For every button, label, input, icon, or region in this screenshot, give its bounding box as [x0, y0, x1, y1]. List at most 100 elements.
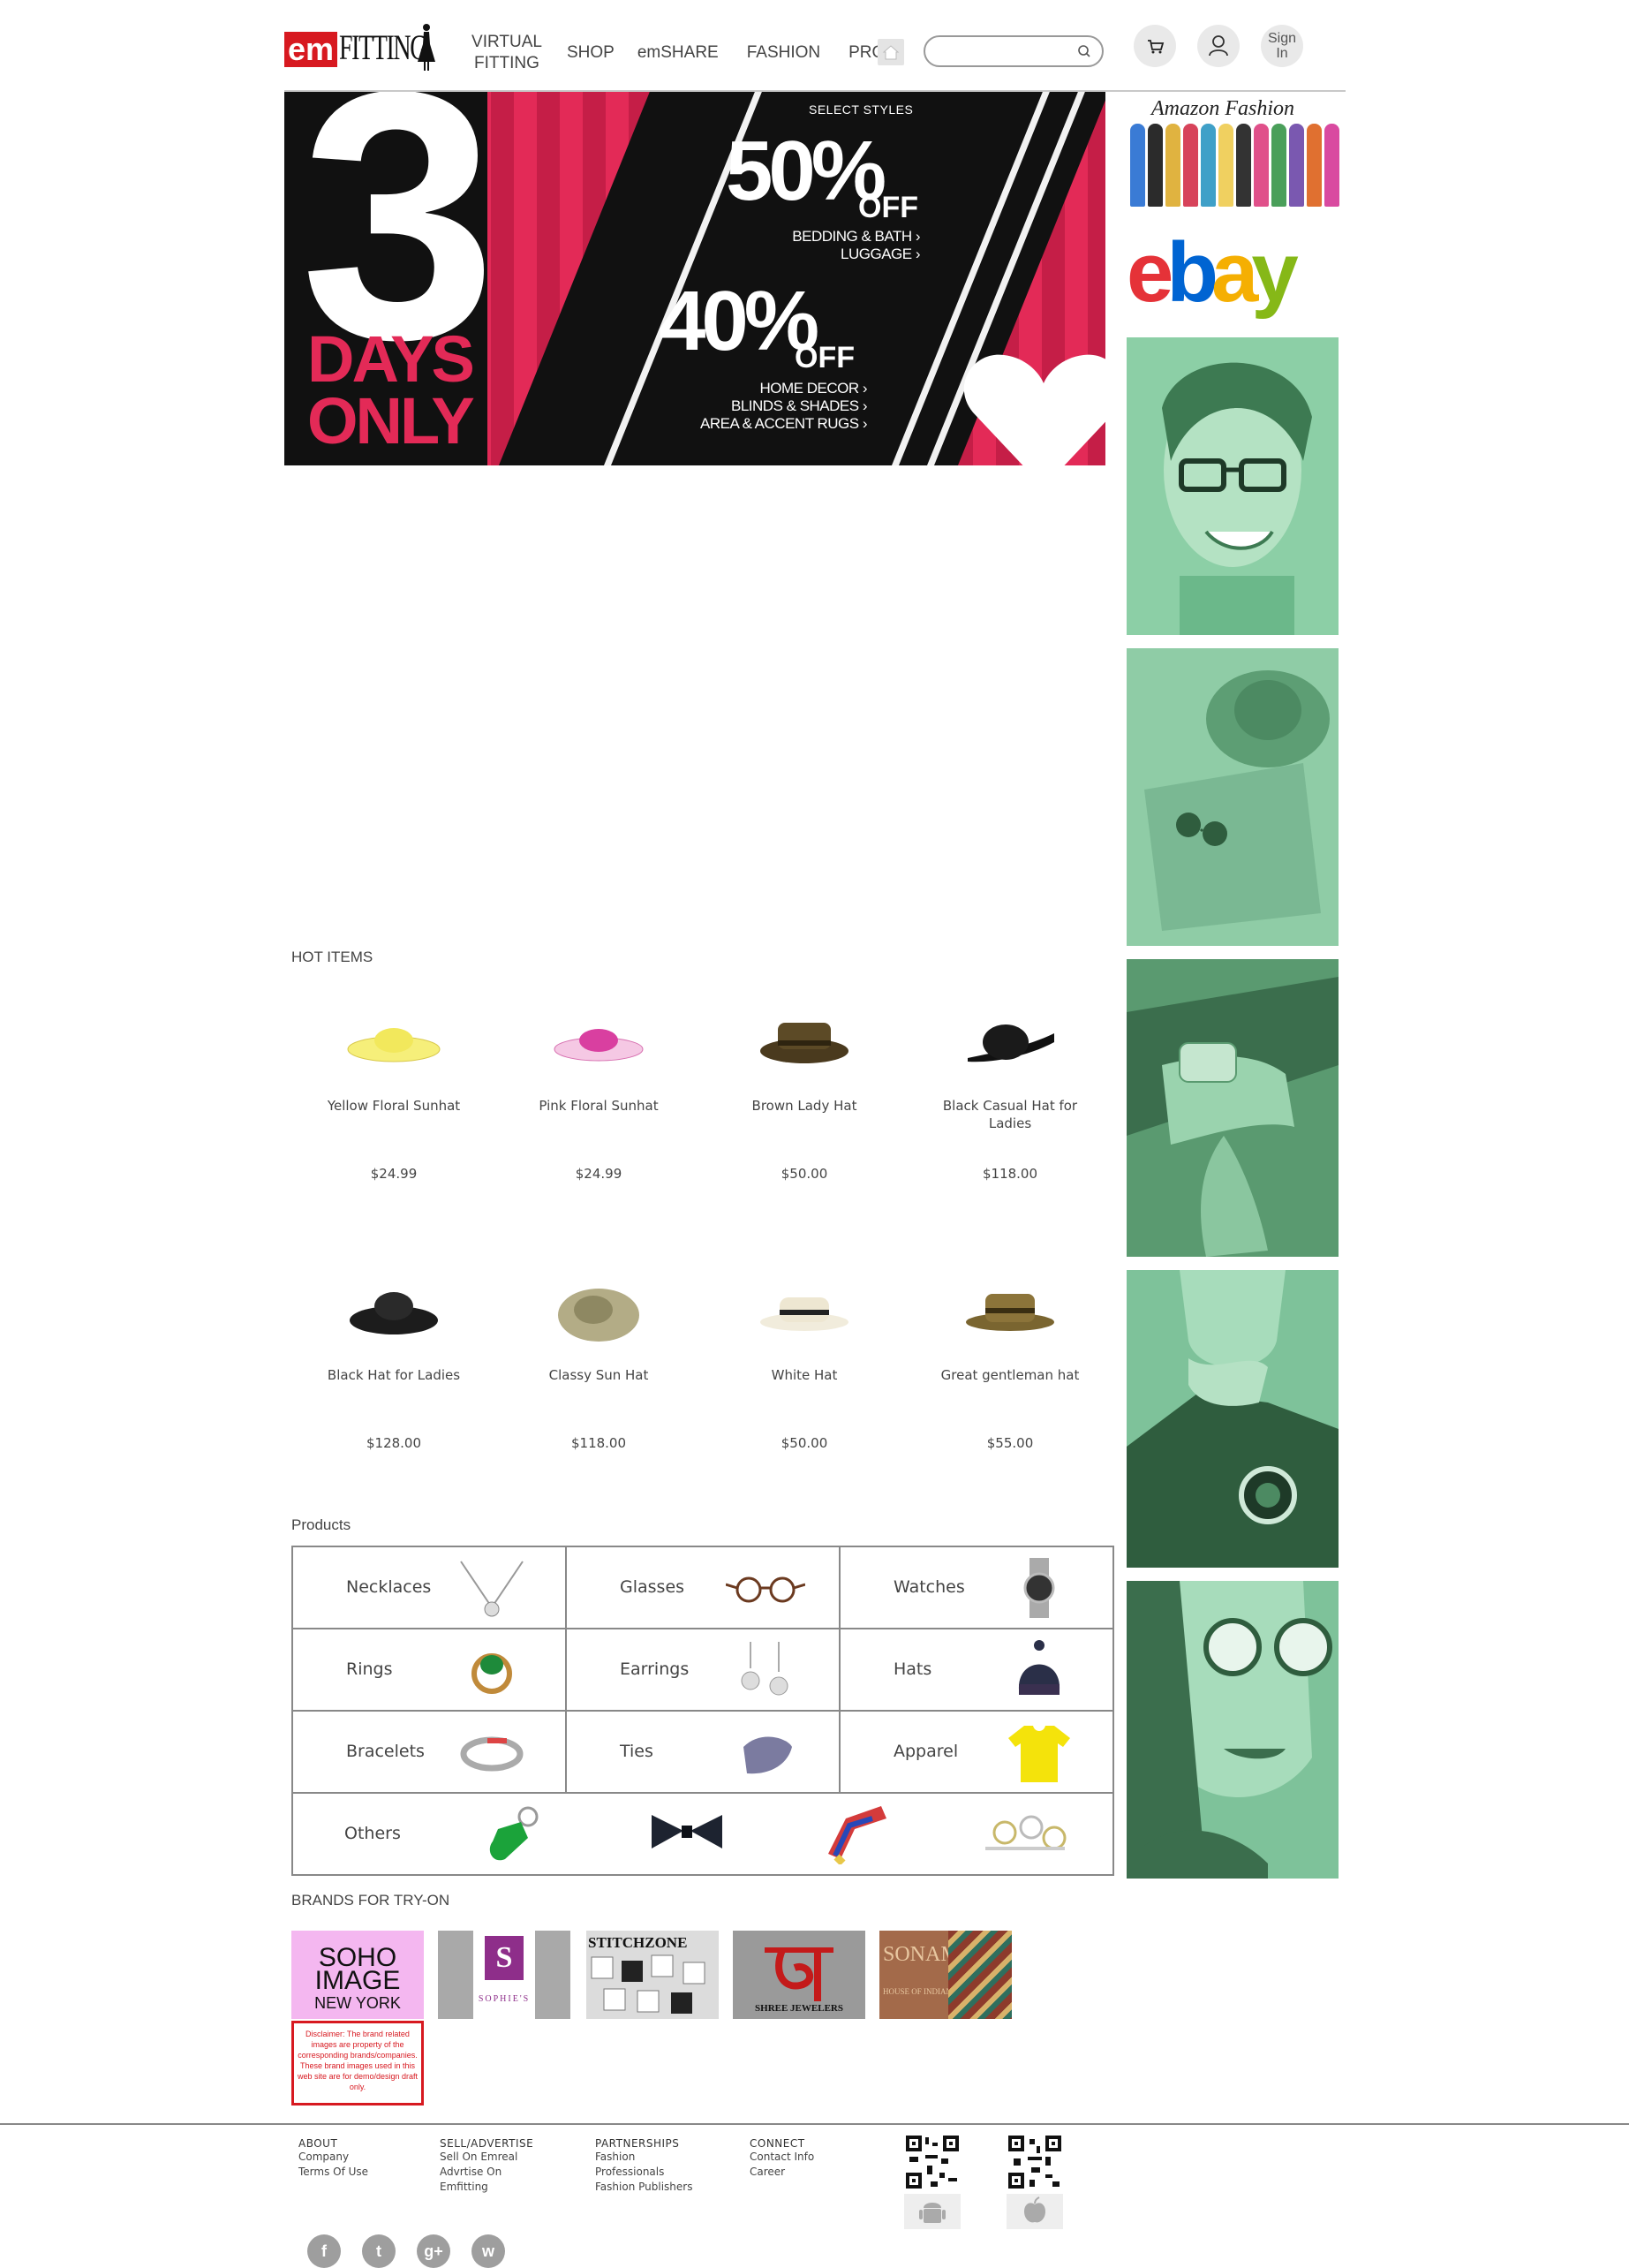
- sunglasses-model-ad[interactable]: [1127, 1581, 1339, 1879]
- brand-sonam[interactable]: SONAM HOUSE OF INDIAN FASHION: [879, 1931, 1012, 2019]
- product-category-label: Glasses: [620, 1577, 685, 1597]
- search-input[interactable]: [938, 42, 1074, 62]
- model-figure: [1289, 124, 1304, 207]
- banner-desc-1a: BEDDING & BATH ›: [792, 228, 920, 245]
- search-icon[interactable]: [1077, 44, 1091, 58]
- home-button[interactable]: [878, 39, 904, 65]
- products-title: Products: [291, 1516, 351, 1533]
- search-box[interactable]: [924, 35, 1104, 67]
- model-figure: [1183, 124, 1198, 207]
- hot-item[interactable]: Pink Floral Sunhat $24.99: [510, 998, 687, 1182]
- hot-item-name: White Hat: [771, 1367, 838, 1383]
- hot-item[interactable]: Yellow Floral Sunhat $24.99: [305, 998, 482, 1182]
- hot-item[interactable]: Black Casual Hat for Ladies $118.00: [922, 998, 1098, 1182]
- black-hat-image: [350, 1292, 438, 1334]
- hot-item[interactable]: Black Hat for Ladies $128.00: [305, 1267, 482, 1451]
- nav-shop[interactable]: SHOP: [567, 42, 615, 64]
- nav-virtual-fitting[interactable]: VIRTUAL FITTING: [466, 32, 547, 74]
- product-category-label: Bracelets: [346, 1742, 425, 1761]
- brand-soho-image[interactable]: SOHO IMAGE NEW YORK: [291, 1931, 424, 2019]
- product-category-ties[interactable]: Ties: [567, 1712, 841, 1794]
- product-category-label: Watches: [894, 1577, 965, 1597]
- wechat-icon[interactable]: w: [471, 2234, 505, 2268]
- product-category-label: Earrings: [620, 1659, 690, 1679]
- brand-shree-jewelers[interactable]: SHREE JEWELERS: [733, 1931, 865, 2019]
- hot-item-price: $24.99: [370, 1166, 418, 1182]
- google-plus-icon[interactable]: g+: [417, 2234, 450, 2268]
- footer-link-terms[interactable]: Terms Of Use: [298, 2165, 368, 2180]
- bracelet-arm-image: [1127, 959, 1339, 1257]
- footer-link-sell[interactable]: Sell On Emreal: [440, 2150, 533, 2165]
- logo-em: em: [284, 32, 337, 67]
- cart-button[interactable]: [1134, 25, 1176, 67]
- product-category-bracelets[interactable]: Bracelets: [293, 1712, 567, 1794]
- hot-item[interactable]: Brown Lady Hat $50.00: [716, 998, 893, 1182]
- amazon-models-image: [1130, 124, 1339, 207]
- apple-icon: [1024, 2196, 1045, 2223]
- sophies-monogram: S: [485, 1936, 524, 1980]
- nav-virtual-fitting-line2: FITTING: [474, 54, 539, 72]
- sonam-fabric-image: [948, 1931, 1012, 2019]
- cart-icon: [1148, 40, 1165, 54]
- hat-outfit-ad[interactable]: [1127, 648, 1339, 946]
- promo-banner[interactable]: 3 DAYS ONLY SELECT STYLES 50% OFF BEDDING…: [284, 92, 1105, 465]
- hot-items-title: HOT ITEMS: [291, 949, 373, 965]
- product-category-watches[interactable]: Watches: [841, 1547, 1114, 1629]
- hot-item-price: $128.00: [366, 1435, 422, 1451]
- ios-qr-code[interactable]: [1007, 2134, 1063, 2190]
- woman-sunglasses-image: [1127, 1581, 1339, 1879]
- product-category-label: Ties: [620, 1742, 653, 1761]
- hot-item[interactable]: Classy Sun Hat $118.00: [510, 1267, 687, 1451]
- amazon-fashion-ad[interactable]: Amazon Fashion: [1127, 97, 1339, 210]
- emfitting-logo[interactable]: em FITTING: [284, 19, 443, 76]
- banner-select-styles: SELECT STYLES: [809, 102, 914, 117]
- bracelet-ad[interactable]: [1127, 959, 1339, 1257]
- ios-download[interactable]: [1007, 2194, 1063, 2229]
- hat-outfit-image: [1127, 648, 1339, 946]
- products-table: Necklaces Glasses Watches Rings Earrings…: [291, 1546, 1114, 1876]
- hot-item-price: $118.00: [570, 1435, 627, 1451]
- nav-fashion[interactable]: FASHION: [747, 42, 820, 64]
- hot-item-price: $50.00: [781, 1435, 828, 1451]
- footer-link-company[interactable]: Company: [298, 2150, 368, 2165]
- ebay-letter: y: [1251, 225, 1298, 320]
- product-category-hats[interactable]: Hats: [841, 1629, 1114, 1712]
- android-qr-code[interactable]: [904, 2134, 961, 2190]
- footer-link-career[interactable]: Career: [750, 2165, 814, 2180]
- signin-line1: Sign: [1267, 31, 1297, 46]
- brand-sophies[interactable]: S SOPHIE'S: [438, 1931, 570, 2019]
- banner-desc-2b: BLINDS & SHADES ›: [731, 397, 868, 414]
- footer-link-advertise[interactable]: Advrtise On: [440, 2165, 533, 2180]
- product-category-apparel[interactable]: Apparel: [841, 1712, 1114, 1794]
- brand-stitchzone[interactable]: STITCHZONE: [586, 1931, 719, 2019]
- footer-link-professionals[interactable]: Professionals: [595, 2165, 692, 2180]
- footer-link-publishers[interactable]: Fashion Publishers: [595, 2180, 692, 2195]
- product-category-glasses[interactable]: Glasses: [567, 1547, 841, 1629]
- site-header: em FITTING VIRTUAL FITTING SHOP emSHARE F…: [284, 16, 1344, 90]
- account-button[interactable]: [1197, 25, 1240, 67]
- footer-link-emfitting[interactable]: Emfitting: [440, 2180, 533, 2195]
- model-figure: [1307, 124, 1322, 207]
- footer-link-fashion[interactable]: Fashion: [595, 2150, 692, 2165]
- footer-link-contact[interactable]: Contact Info: [750, 2150, 814, 2165]
- ebay-letter: e: [1127, 225, 1173, 320]
- banner-days-only: DAYS ONLY: [307, 327, 475, 454]
- twitter-icon[interactable]: t: [362, 2234, 396, 2268]
- product-category-rings[interactable]: Rings: [293, 1629, 567, 1712]
- ebay-ad[interactable]: ebay: [1127, 224, 1339, 321]
- product-category-others[interactable]: Others: [293, 1794, 1112, 1874]
- nav-emshare[interactable]: emSHARE: [637, 42, 719, 64]
- signin-button[interactable]: Sign In: [1261, 25, 1303, 67]
- product-category-necklaces[interactable]: Necklaces: [293, 1547, 567, 1629]
- hot-item-price: $50.00: [781, 1166, 828, 1182]
- watch-model-ad[interactable]: [1127, 1270, 1339, 1568]
- glasses-model-ad[interactable]: [1127, 337, 1339, 635]
- footer-sell: SELL/ADVERTISE Sell On Emreal Advrtise O…: [440, 2137, 533, 2195]
- model-figure: [1165, 124, 1180, 207]
- product-category-earrings[interactable]: Earrings: [567, 1629, 841, 1712]
- banner-only: ONLY: [307, 384, 475, 457]
- android-download[interactable]: [904, 2194, 961, 2229]
- hot-item[interactable]: Great gentleman hat $55.00: [922, 1267, 1098, 1451]
- hot-item[interactable]: White Hat $50.00: [716, 1267, 893, 1451]
- facebook-icon[interactable]: f: [307, 2234, 341, 2268]
